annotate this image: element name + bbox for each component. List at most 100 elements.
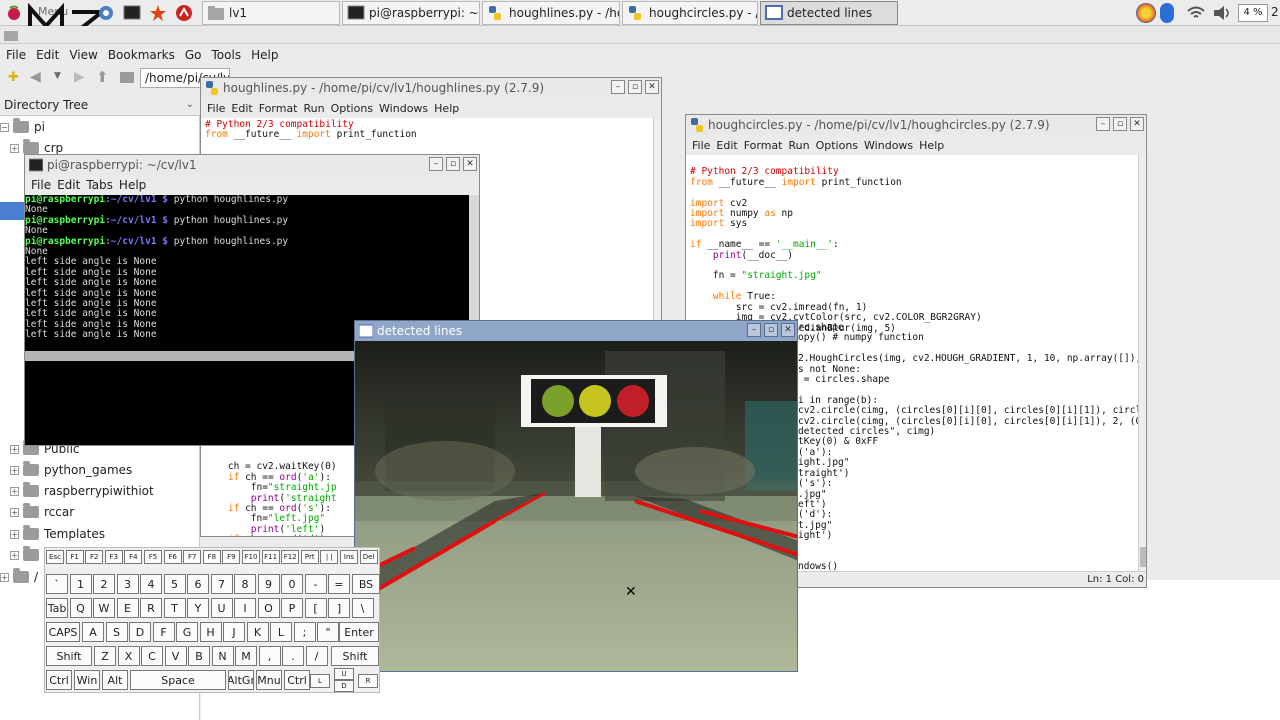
key-y[interactable]: Y [187, 598, 209, 618]
key-u[interactable]: U [334, 668, 354, 680]
key-b[interactable]: B [188, 646, 210, 666]
key-symbol[interactable]: / [305, 646, 328, 666]
key-5[interactable]: 5 [163, 574, 186, 594]
menu-edit[interactable]: Edit [57, 178, 80, 192]
minimize-button[interactable]: – [1096, 117, 1110, 131]
key-q[interactable]: Q [69, 598, 92, 618]
key-t[interactable]: T [163, 598, 186, 618]
key-s[interactable]: S [105, 622, 128, 642]
expand-icon[interactable]: + [10, 529, 19, 539]
raspberry-menu-icon[interactable] [4, 3, 24, 23]
key-enter[interactable]: Enter [339, 622, 379, 642]
menu-run[interactable]: Run [304, 102, 325, 115]
key-f10[interactable]: F10 [242, 550, 260, 564]
key-symbol[interactable]: [ [304, 598, 327, 618]
maximize-button[interactable]: ▫ [1113, 117, 1127, 131]
key-d[interactable]: D [129, 622, 151, 642]
chevron-down-icon[interactable]: ⌄ [186, 99, 194, 110]
key-shift[interactable]: Shift [46, 646, 92, 666]
browser-icon[interactable] [96, 3, 116, 23]
volume-icon[interactable] [1212, 3, 1232, 23]
key-c[interactable]: C [141, 646, 163, 666]
tree-item-pi[interactable]: − pi [0, 118, 45, 136]
key-j[interactable]: J [223, 622, 245, 642]
key-symbol[interactable]: = [328, 574, 350, 594]
menu-help[interactable]: Help [251, 48, 278, 62]
menu-edit[interactable]: Edit [36, 48, 59, 62]
key-l[interactable]: L [310, 674, 330, 688]
expand-icon[interactable]: + [10, 444, 19, 454]
tree-item-python-games[interactable]: + python_games [10, 461, 132, 479]
key-h[interactable]: H [199, 622, 222, 642]
new-tab-icon[interactable]: ✚ [8, 70, 19, 85]
key-symbol[interactable]: ] [328, 598, 350, 618]
key-f5[interactable]: F5 [144, 550, 162, 564]
close-button[interactable]: ✕ [1130, 117, 1144, 131]
key-i[interactable]: I [234, 598, 256, 618]
key-v[interactable]: V [164, 646, 187, 666]
menu-run[interactable]: Run [789, 139, 810, 152]
expand-icon[interactable]: + [10, 486, 19, 496]
key-win[interactable]: Win [74, 670, 100, 690]
minimize-button[interactable]: – [747, 323, 761, 337]
code-area-bottom[interactable]: rc.shape opy() # numpy function 2.HoughCi… [798, 322, 1141, 573]
wifi-icon[interactable] [1186, 3, 1206, 23]
key-symbol[interactable]: " [317, 622, 339, 642]
key-symbol[interactable]: - [304, 574, 327, 594]
key-o[interactable]: O [257, 598, 280, 618]
maximize-button[interactable]: ▫ [764, 323, 778, 337]
vertical-scrollbar[interactable] [1138, 155, 1146, 571]
key-f9[interactable]: F9 [222, 550, 241, 564]
key-altgr[interactable]: AltGr [228, 670, 254, 690]
key-8[interactable]: 8 [234, 574, 256, 594]
task-detected-lines[interactable]: detected lines [760, 1, 898, 25]
key-caps[interactable]: CAPS [46, 622, 80, 642]
code-header[interactable]: # Python 2/3 compatibility from __future_… [205, 119, 417, 141]
menu-options[interactable]: Options [331, 102, 373, 115]
key-ctrl[interactable]: Ctrl [284, 670, 310, 690]
key-6[interactable]: 6 [187, 574, 209, 594]
key-a[interactable]: A [82, 622, 104, 642]
window-titlebar[interactable]: pi@raspberrypi: ~/cv/lv1 – ▫ ✕ [25, 155, 479, 175]
key-r[interactable]: R [140, 598, 162, 618]
key-space[interactable]: Space [130, 670, 226, 690]
directory-tree-header[interactable]: Directory Tree ⌄ [0, 94, 200, 116]
key-esc[interactable]: Esc [46, 550, 64, 564]
menu-edit[interactable]: Edit [716, 139, 737, 152]
key-f11[interactable]: F11 [261, 550, 280, 564]
close-button[interactable]: ✕ [645, 80, 659, 94]
key-tab[interactable]: Tab [46, 598, 68, 618]
key-symbol[interactable]: ` [46, 574, 68, 594]
menu-file[interactable]: File [31, 178, 51, 192]
menu-help[interactable]: Help [119, 178, 146, 192]
menu-file[interactable]: File [207, 102, 225, 115]
key-9[interactable]: 9 [257, 574, 280, 594]
key-7[interactable]: 7 [210, 574, 233, 594]
key-g[interactable]: G [176, 622, 198, 642]
minimize-button[interactable]: – [429, 157, 443, 171]
menu-go[interactable]: Go [185, 48, 202, 62]
key-alt[interactable]: Alt [102, 670, 128, 690]
menu-tabs[interactable]: Tabs [86, 178, 113, 192]
task-file-manager[interactable]: lv1 [202, 1, 340, 25]
key-f6[interactable]: F6 [163, 550, 182, 564]
code-footer[interactable]: ch = cv2.waitKey(0) if ch == ord('a'): f… [205, 452, 337, 536]
key-mnu[interactable]: Mnu [256, 670, 282, 690]
key-ctrl[interactable]: Ctrl [46, 670, 72, 690]
expand-icon[interactable]: + [10, 507, 19, 517]
terminal-launcher-icon[interactable] [122, 3, 142, 23]
key-symbol[interactable]: . [282, 646, 304, 666]
key-f4[interactable]: F4 [124, 550, 143, 564]
menu-options[interactable]: Options [816, 139, 858, 152]
collapse-icon[interactable]: − [0, 122, 9, 132]
key-ins[interactable]: Ins [340, 550, 358, 564]
key-symbol[interactable]: \ [351, 598, 374, 618]
tree-item-templates[interactable]: + Templates [10, 525, 105, 543]
key-symbol[interactable]: ; [293, 622, 316, 642]
expand-icon[interactable]: + [10, 550, 19, 560]
key-e[interactable]: E [116, 598, 139, 618]
home-icon[interactable] [120, 70, 134, 83]
menu-format[interactable]: Format [259, 102, 298, 115]
close-button[interactable]: ✕ [463, 157, 477, 171]
key-f[interactable]: F [152, 622, 175, 642]
